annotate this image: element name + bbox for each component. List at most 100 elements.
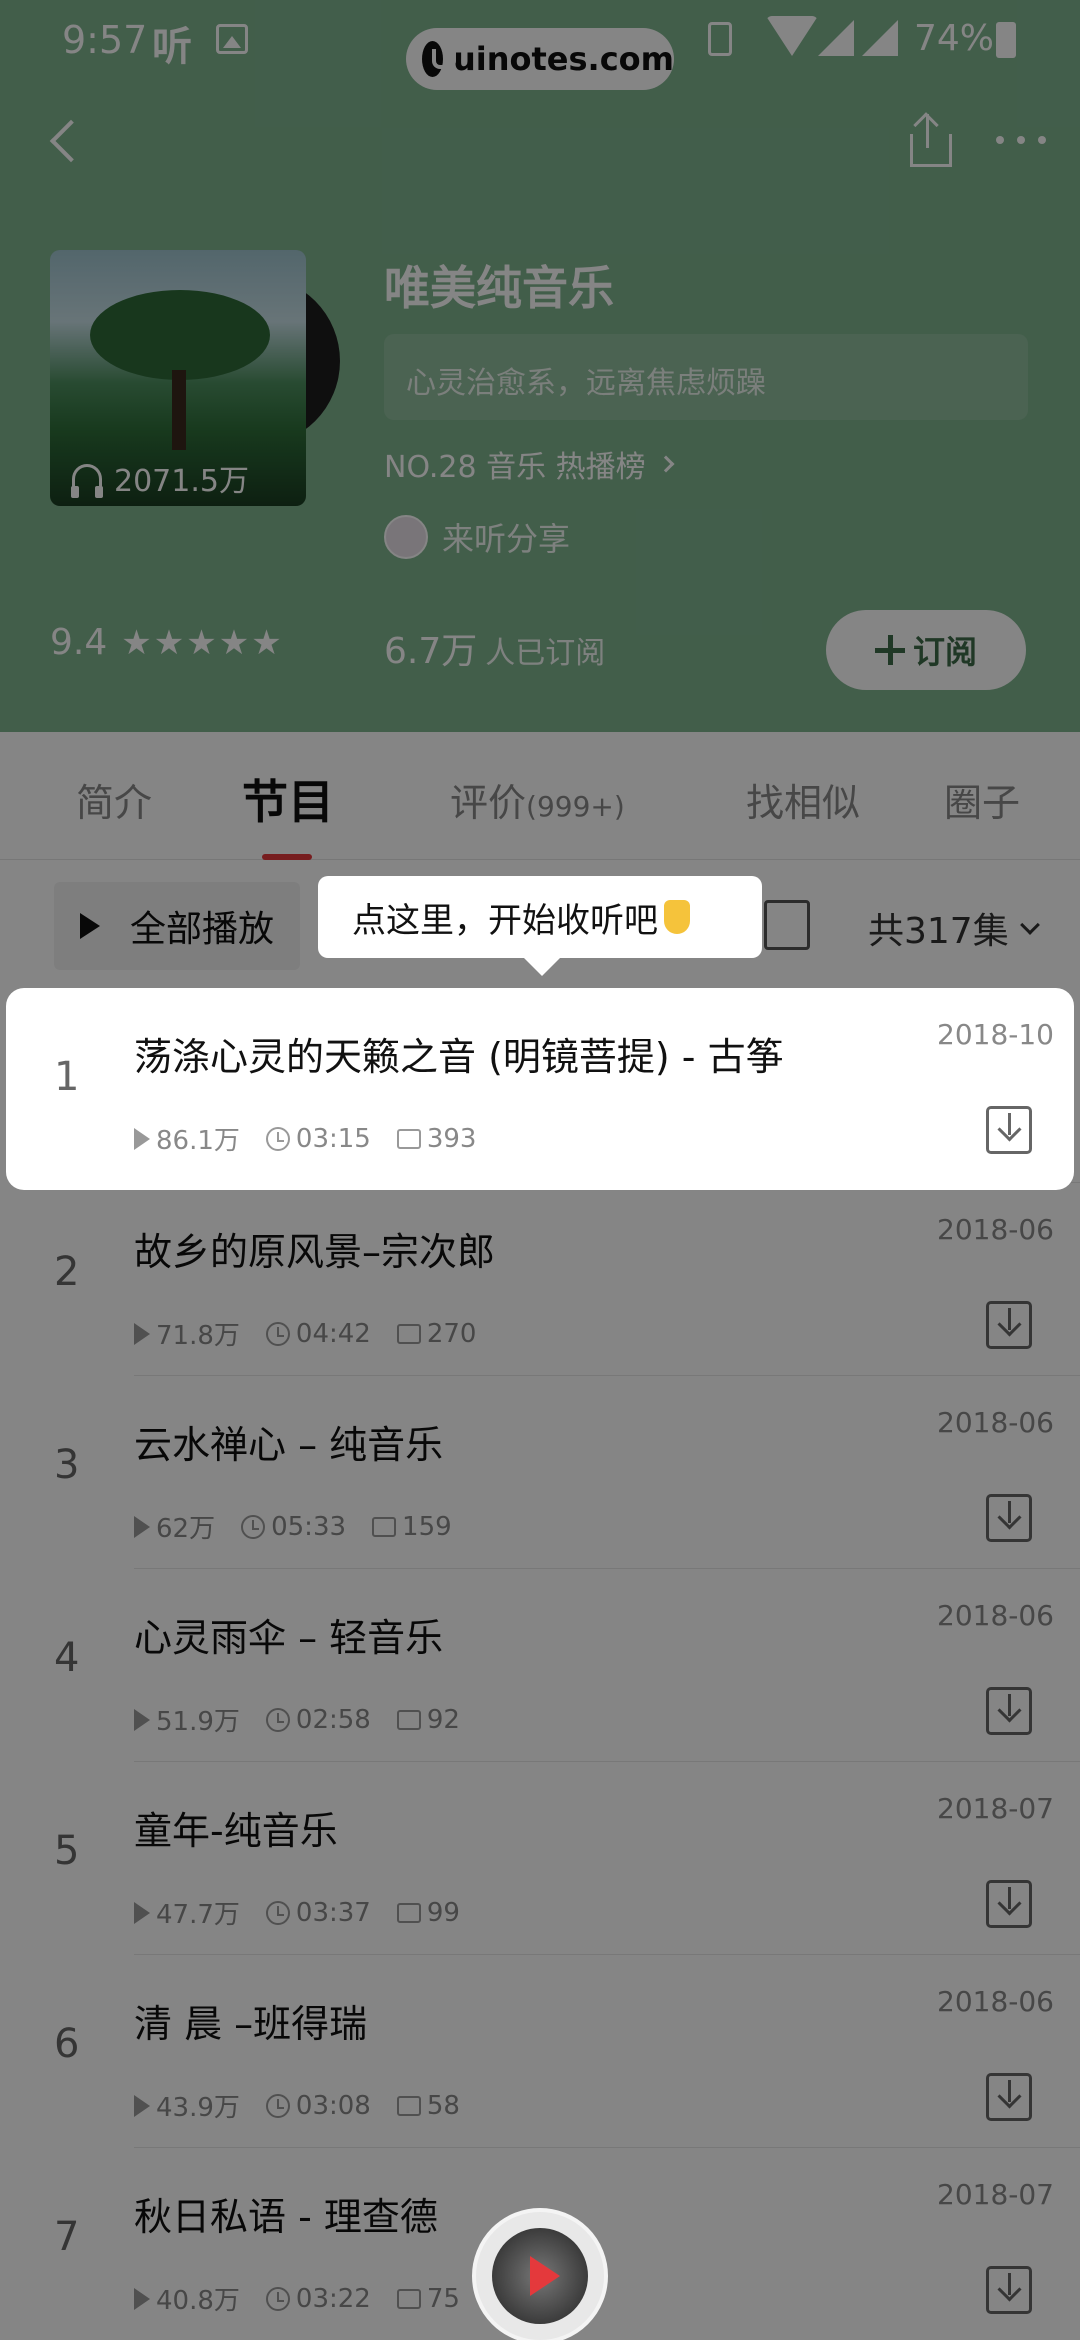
tooltip-text: 点这里，开始收听吧	[352, 900, 658, 941]
list-item[interactable]: 4 心灵雨伞 – 轻音乐 2018-06 51.9万 02:58 92	[0, 1569, 1080, 1762]
batch-download-icon[interactable]	[764, 900, 810, 950]
highlighted-episode[interactable]: 1 荡涤心灵的天籁之音 (明镜菩提) - 古筝 2018-10 86.1万 03…	[6, 988, 1074, 1190]
tab-reviews[interactable]: 评价(999+)	[450, 772, 625, 827]
episode-date: 2018-10	[937, 1018, 1054, 1051]
headphone-icon	[71, 464, 103, 498]
download-icon[interactable]	[986, 1301, 1032, 1349]
rank-text: NO.28 音乐 热播榜	[384, 450, 646, 485]
comment-icon	[396, 1128, 421, 1149]
episode-plays: 86.1万	[156, 1126, 240, 1156]
episode-duration: 03:15	[295, 1123, 371, 1154]
episode-duration: 05:33	[271, 1511, 347, 1542]
play-icon	[80, 913, 100, 939]
comment-icon	[396, 2095, 421, 2116]
rank-link[interactable]: NO.28 音乐 热播榜	[384, 442, 675, 486]
episode-title: 云水禅心 – 纯音乐	[134, 1423, 444, 1467]
episode-plays: 51.9万	[156, 1707, 240, 1737]
pointing-down-icon	[664, 900, 690, 934]
episode-comments: 393	[426, 1123, 477, 1154]
episode-count-text: 共317集	[868, 911, 1009, 952]
episode-date: 2018-07	[937, 2178, 1054, 2211]
list-item[interactable]: 6 清 晨 –班得瑞 2018-06 43.9万 03:08 58	[0, 1955, 1080, 2148]
mini-player[interactable]	[472, 2208, 608, 2340]
share-button[interactable]	[906, 112, 956, 168]
episode-title: 秋日私语 - 理查德	[134, 2195, 438, 2239]
onboarding-tooltip[interactable]: 点这里，开始收听吧	[318, 876, 762, 976]
back-button[interactable]	[44, 118, 90, 164]
episode-index: 3	[54, 1442, 80, 1488]
clock-icon	[265, 1707, 290, 1732]
list-item[interactable]: 2 故乡的原风景–宗次郎 2018-06 71.8万 04:42 270	[0, 1183, 1080, 1376]
tab-intro[interactable]: 简介	[76, 772, 152, 827]
play-count-icon	[134, 1127, 150, 1150]
episode-meta: 47.7万 03:37 99	[134, 1894, 486, 1931]
clock-icon	[265, 1900, 290, 1925]
episode-meta: 62万 05:33 159	[134, 1508, 478, 1545]
comment-icon	[372, 1516, 397, 1537]
watermark-logo-icon	[422, 41, 456, 77]
tab-similar[interactable]: 找相似	[746, 772, 860, 827]
rating-score: 9.4	[50, 622, 108, 663]
play-icon	[530, 2256, 560, 2296]
episode-plays: 47.7万	[156, 1900, 240, 1930]
episode-comments: 58	[426, 2090, 460, 2121]
episode-title: 荡涤心灵的天籁之音 (明镜菩提) - 古筝	[134, 1035, 784, 1079]
more-button[interactable]	[996, 130, 1046, 150]
album-cover[interactable]: 2071.5万	[50, 250, 306, 506]
clock-icon	[265, 2093, 290, 2118]
author-link[interactable]: 来听分享	[384, 514, 570, 560]
battery-icon	[996, 22, 1016, 58]
list-item[interactable]: 3 云水禅心 – 纯音乐 2018-06 62万 05:33 159	[0, 1376, 1080, 1569]
episode-index: 5	[54, 1828, 80, 1874]
episode-date: 2018-06	[937, 1213, 1054, 1246]
play-count-icon	[134, 2287, 150, 2310]
cover-play-count: 2071.5万	[71, 456, 249, 500]
album-subtitle: 心灵治愈系，远离焦虑烦躁	[384, 334, 1028, 420]
episode-index: 7	[54, 2214, 80, 2260]
app-notification-icon: 听	[152, 24, 192, 70]
episode-index: 2	[54, 1249, 80, 1295]
more-dot-icon	[996, 136, 1004, 144]
subscribe-label: 订阅	[912, 633, 977, 671]
plus-icon	[874, 635, 905, 665]
episode-plays: 71.8万	[156, 1321, 240, 1351]
clock-icon	[241, 1514, 266, 1539]
play-all-button[interactable]: 全部播放	[54, 882, 300, 970]
episode-date: 2018-07	[937, 1792, 1054, 1825]
download-icon[interactable]	[986, 1687, 1032, 1735]
episode-duration: 03:22	[295, 2283, 371, 2314]
vibrate-icon	[708, 22, 732, 56]
clock-icon	[265, 2286, 290, 2311]
cover-trunk-image	[172, 370, 186, 450]
episode-meta: 40.8万 03:22 75	[134, 2280, 486, 2317]
episode-duration: 02:58	[295, 1704, 371, 1735]
episode-count-selector[interactable]: 共317集	[868, 902, 1040, 954]
episode-title: 心灵雨伞 – 轻音乐	[134, 1616, 444, 1660]
episode-date: 2018-06	[937, 1406, 1054, 1439]
download-icon[interactable]	[986, 1494, 1032, 1542]
episode-meta: 43.9万 03:08 58	[134, 2087, 486, 2124]
episode-duration: 03:08	[295, 2090, 371, 2121]
episode-title: 清 晨 –班得瑞	[134, 2002, 368, 2046]
signal-icon	[818, 20, 854, 56]
watermark: uinotes.com	[406, 28, 674, 90]
download-icon[interactable]	[986, 1880, 1032, 1928]
author-name: 来听分享	[442, 520, 571, 558]
tab-programs[interactable]: 节目	[242, 766, 334, 832]
episode-comments: 270	[426, 1318, 477, 1349]
more-dot-icon	[1038, 136, 1046, 144]
episode-list: 1 荡涤心灵的天籁之音 (明镜菩提) - 古筝 2018-10 86.1万 03:15 3…	[0, 990, 1080, 2340]
subscriber-number: 6.7万	[384, 631, 478, 672]
list-item[interactable]: 5 童年-纯音乐 2018-07 47.7万 03:37 99	[0, 1762, 1080, 1955]
episode-title: 故乡的原风景–宗次郎	[134, 1230, 496, 1274]
subscribe-button[interactable]: 订阅	[826, 610, 1026, 690]
watermark-text: uinotes.com	[452, 40, 674, 78]
play-all-label: 全部播放	[130, 909, 275, 950]
tab-circle[interactable]: 圈子	[944, 772, 1020, 827]
play-count-icon	[134, 2094, 150, 2117]
episode-title: 童年-纯音乐	[134, 1809, 338, 1853]
download-icon[interactable]	[986, 1106, 1032, 1154]
download-icon[interactable]	[986, 2073, 1032, 2121]
comment-icon	[396, 2288, 421, 2309]
download-icon[interactable]	[986, 2266, 1032, 2314]
